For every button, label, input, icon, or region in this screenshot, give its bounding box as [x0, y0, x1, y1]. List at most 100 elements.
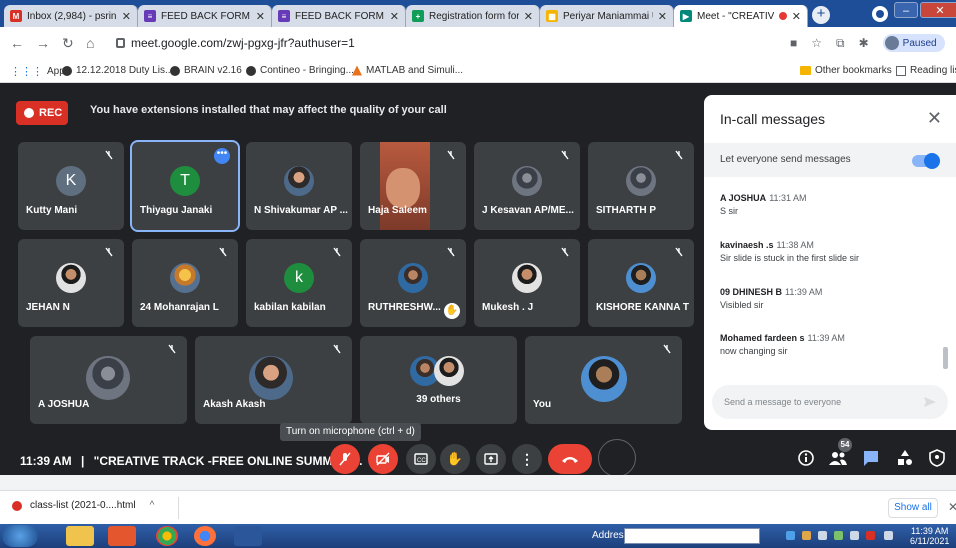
participant-tile[interactable]: ••• T Thiyagu Janaki	[130, 140, 240, 232]
avatar	[626, 263, 656, 293]
tab-periyar[interactable]: ▦ Periyar Maniammai Uni ✕	[540, 5, 674, 27]
bookmark-brain[interactable]: BRAIN v2.16	[170, 65, 242, 76]
close-download-bar-icon[interactable]: ✕	[948, 500, 956, 514]
download-item[interactable]: class-list (2021-0....html ^	[12, 500, 154, 511]
participant-tile[interactable]: Mukesh . J	[474, 239, 580, 327]
message-sender: Mohamed fardeen s	[720, 333, 805, 343]
participant-tile[interactable]: K Kutty Mani	[18, 142, 124, 230]
minimize-icon[interactable]: –	[894, 2, 918, 18]
clock-time: 11:39 AM	[911, 526, 949, 536]
bookmark-apps[interactable]: ⋮⋮⋮ Apps	[10, 65, 70, 78]
tab-meet[interactable]: ▶ Meet - "CREATIVE ✕	[674, 5, 808, 27]
address-toolbar-input[interactable]	[624, 528, 760, 544]
camera-toggle-button[interactable]	[368, 444, 398, 474]
bookmarks-bar: ⋮⋮⋮ Apps 12.12.2018 Duty Lis... BRAIN v2…	[0, 59, 956, 83]
tab-close-icon[interactable]: ✕	[390, 10, 399, 23]
meeting-info-icon[interactable]	[797, 449, 815, 467]
bookmark-contineo[interactable]: Contineo - Bringing...	[246, 65, 354, 76]
battery-icon[interactable]	[850, 531, 859, 540]
system-clock[interactable]: 11:39 AM 6/11/2021	[910, 526, 949, 546]
reload-icon[interactable]: ↻	[62, 35, 74, 52]
media-player-icon[interactable]	[108, 526, 136, 546]
chat-scrollbar[interactable]	[943, 347, 948, 369]
camera-icon[interactable]: ■	[790, 36, 797, 50]
send-icon[interactable]	[924, 397, 936, 407]
tab-close-icon[interactable]: ✕	[122, 10, 131, 23]
present-screen-button[interactable]	[476, 444, 506, 474]
address-bar: ← → ↻ ⌂ meet.google.com/zwj-pgxg-jfr?aut…	[0, 27, 956, 59]
tray-icon[interactable]	[802, 531, 811, 540]
tray-icon[interactable]	[786, 531, 795, 540]
participant-name: kabilan kabilan	[254, 302, 326, 313]
host-controls-icon[interactable]	[928, 449, 946, 467]
message-text: Visibled sir	[720, 300, 764, 310]
matlab-icon	[352, 65, 362, 76]
close-chat-icon[interactable]: ✕	[927, 108, 942, 129]
flag-icon[interactable]	[866, 531, 875, 540]
tab-close-icon[interactable]: ✕	[792, 10, 801, 23]
meeting-details[interactable]: 11:39 AM | "CREATIVE TRACK -FREE ONLINE …	[20, 454, 362, 468]
participant-tile[interactable]: N Shivakumar AP ...	[246, 142, 352, 230]
start-button[interactable]	[2, 525, 38, 547]
chat-icon[interactable]	[862, 449, 880, 467]
back-icon[interactable]: ←	[10, 35, 24, 51]
tab-feedback-form-1[interactable]: ≡ FEED BACK FORM ON C ✕	[138, 5, 272, 27]
avatar	[249, 356, 293, 400]
tab-close-icon[interactable]: ✕	[256, 10, 265, 23]
bookmark-matlab[interactable]: MATLAB and Simuli...	[352, 65, 463, 76]
chevron-up-icon[interactable]: ^	[150, 500, 155, 511]
profile-button[interactable]: Paused	[882, 34, 945, 52]
network-icon[interactable]	[834, 531, 843, 540]
raise-hand-button[interactable]: ✋	[440, 444, 470, 474]
url-field[interactable]: meet.google.com/zwj-pgxg-jfr?authuser=1	[116, 32, 756, 54]
other-bookmarks[interactable]: Other bookmarks	[800, 65, 892, 76]
chat-message-input[interactable]: Send a message to everyone	[712, 385, 948, 419]
home-icon[interactable]: ⌂	[86, 35, 94, 51]
chat-title: In-call messages	[720, 111, 826, 127]
reading-list[interactable]: Reading list	[896, 65, 956, 76]
allow-messages-toggle[interactable]	[912, 153, 940, 169]
participant-tile[interactable]: JEHAN N	[18, 239, 124, 327]
participant-tile[interactable]: k kabilan kabilan	[246, 239, 352, 327]
people-icon[interactable]	[828, 449, 848, 467]
participant-tile[interactable]: Akash Akash	[195, 336, 352, 424]
chrome-file-icon	[12, 500, 22, 511]
firefox-icon[interactable]	[194, 526, 216, 546]
activities-icon[interactable]	[896, 449, 914, 467]
tab-search-icon[interactable]	[872, 6, 888, 22]
participant-tile[interactable]: SITHARTH P	[588, 142, 694, 230]
window-close-icon[interactable]: ✕	[920, 2, 956, 18]
participant-tile[interactable]: RUTHRESHW... ✋	[360, 239, 466, 327]
tab-gmail[interactable]: M Inbox (2,984) - psriniva ✕	[4, 5, 138, 27]
participant-tile[interactable]: 24 Mohanrajan L	[132, 239, 238, 327]
captions-button[interactable]: CC	[406, 444, 436, 474]
word-icon[interactable]	[234, 526, 262, 546]
avatar	[56, 263, 86, 293]
participant-tile[interactable]: Haja Saleem	[360, 142, 466, 230]
leave-call-button[interactable]	[548, 444, 592, 474]
tab-close-icon[interactable]: ✕	[658, 10, 667, 23]
chrome-icon[interactable]	[156, 526, 178, 546]
rec-label: REC	[39, 107, 63, 119]
tray-icon[interactable]	[884, 531, 893, 540]
explorer-icon[interactable]	[66, 526, 94, 546]
show-all-button[interactable]: Show all	[888, 498, 938, 518]
new-tab-button[interactable]: +	[812, 6, 830, 24]
extension-icon[interactable]: ⧉	[836, 36, 845, 51]
participant-tile[interactable]: J Kesavan AP/ME...	[474, 142, 580, 230]
tab-feedback-form-2[interactable]: ≡ FEED BACK FORM ON C ✕	[272, 5, 406, 27]
participant-tile-others[interactable]: 39 others	[360, 336, 517, 424]
more-options-button[interactable]: ⋮	[512, 444, 542, 474]
puzzle-icon[interactable]: ✱	[859, 36, 869, 50]
forward-icon[interactable]: →	[36, 35, 50, 51]
participant-tile[interactable]: A JOSHUA	[30, 336, 187, 424]
microphone-toggle-button[interactable]	[330, 444, 360, 474]
volume-icon[interactable]	[818, 531, 827, 540]
tab-close-icon[interactable]: ✕	[524, 10, 533, 23]
bookmark-duty-list[interactable]: 12.12.2018 Duty Lis...	[62, 65, 173, 76]
participant-tile-self[interactable]: You	[525, 336, 682, 424]
tab-registration-form[interactable]: + Registration form for "C ✕	[406, 5, 540, 27]
participant-tile[interactable]: KISHORE KANNA T	[588, 239, 694, 327]
more-options-icon[interactable]: •••	[214, 148, 230, 164]
star-icon[interactable]: ☆	[811, 36, 822, 50]
